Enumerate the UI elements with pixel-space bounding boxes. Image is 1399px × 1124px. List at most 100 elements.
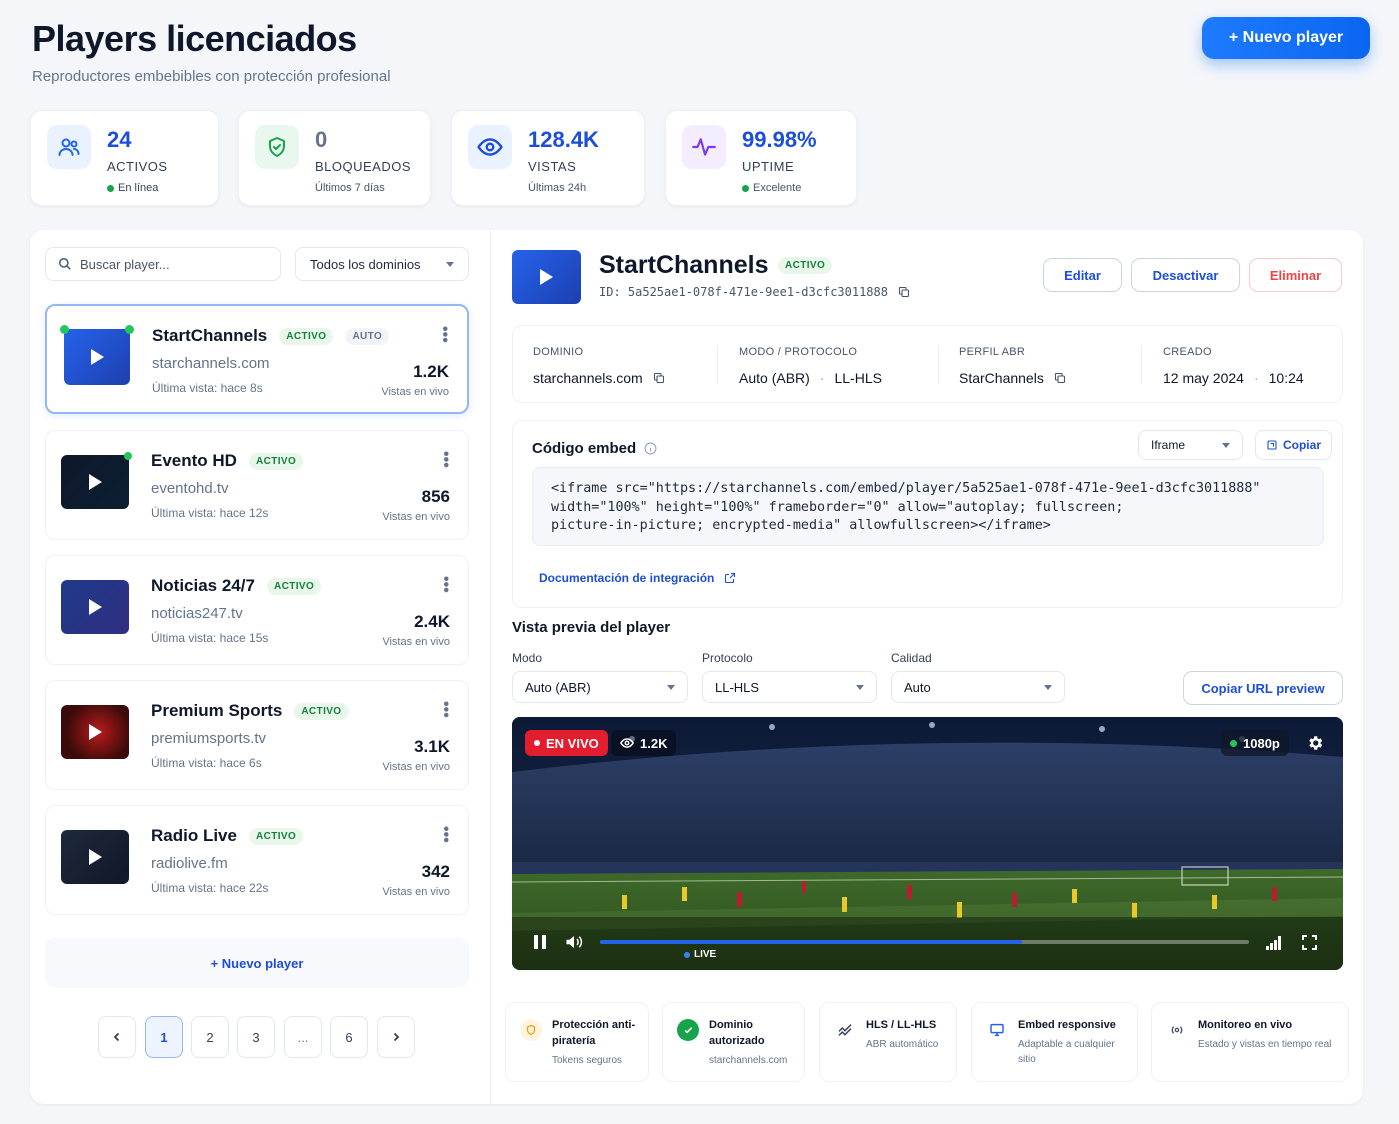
- stat-sub: Excelente: [753, 182, 802, 194]
- player-count-label: Vistas en vivo: [381, 386, 449, 398]
- feature-title: Dominio autorizado: [709, 1019, 765, 1047]
- stat-value: 24: [107, 127, 132, 152]
- protocol-select-value: LL-HLS: [715, 679, 760, 695]
- embed-code[interactable]: <iframe src="https://starchannels.com/em…: [532, 467, 1324, 546]
- page-subtitle: Reproductores embebibles con protección …: [32, 68, 391, 85]
- stat-label: ACTIVOS: [107, 159, 168, 174]
- status-dot: [742, 184, 749, 192]
- settings-gear-icon[interactable]: [1306, 734, 1324, 757]
- volume-icon[interactable]: [565, 934, 583, 955]
- stat-sub: Últimos 7 días: [315, 182, 385, 194]
- player-name: Noticias 24/7: [151, 576, 255, 595]
- info-mode-label: MODO / PROTOCOLO: [739, 346, 858, 358]
- copy-embed-label: Copiar: [1282, 438, 1321, 452]
- add-player-link[interactable]: + Nuevo player: [45, 938, 469, 988]
- page-button[interactable]: 2: [191, 1016, 229, 1058]
- player-last-view: Última vista: hace 8s: [152, 381, 263, 395]
- player-card[interactable]: Premium Sports ACTIVO premiumsports.tv Úl…: [45, 680, 469, 790]
- viewer-count: 1.2K: [611, 730, 677, 756]
- player-info-panel: DOMINIO starchannels.com MODO / PROTOCOL…: [512, 325, 1343, 403]
- mode-select[interactable]: Auto (ABR): [512, 671, 688, 703]
- progress-bar[interactable]: [600, 940, 1249, 944]
- edit-button[interactable]: Editar: [1043, 258, 1122, 292]
- stat-value: 0: [315, 127, 328, 152]
- video-player[interactable]: EN VIVO 1.2K 1080p LIVE: [512, 717, 1343, 970]
- progress-fill: [600, 940, 1022, 944]
- feature-card: Protección anti-piratería Tokens seguros: [505, 1002, 649, 1082]
- info-icon[interactable]: [644, 442, 657, 455]
- quality-select[interactable]: Auto: [891, 671, 1065, 703]
- copy-icon[interactable]: [653, 372, 665, 384]
- delete-button[interactable]: Eliminar: [1249, 258, 1342, 292]
- feature-subtitle: Tokens seguros: [552, 1055, 623, 1066]
- chevron-down-icon: [856, 684, 864, 690]
- copy-icon[interactable]: [1054, 372, 1066, 384]
- more-options-icon[interactable]: •••: [437, 701, 454, 718]
- page-button[interactable]: 3: [237, 1016, 275, 1058]
- next-page-button[interactable]: [377, 1016, 415, 1058]
- player-thumbnail: [61, 705, 129, 759]
- fullscreen-icon[interactable]: [1302, 935, 1317, 955]
- player-thumbnail: [61, 580, 129, 634]
- embed-type-select[interactable]: Iframe: [1138, 430, 1243, 460]
- play-icon: [88, 849, 102, 865]
- chevron-down-icon: [1222, 442, 1230, 448]
- player-card[interactable]: Evento HD ACTIVO eventohd.tv Última vista…: [45, 430, 469, 540]
- copy-preview-url-button[interactable]: Copiar URL preview: [1183, 671, 1343, 705]
- player-last-view: Última vista: hace 6s: [151, 756, 262, 770]
- more-options-icon[interactable]: •••: [437, 826, 454, 843]
- feature-card: Monitoreo en vivo Estado y vistas en tiem…: [1151, 1002, 1349, 1082]
- eye-icon: [620, 738, 634, 748]
- play-icon: [90, 349, 104, 365]
- page-ellipsis: ...: [284, 1016, 322, 1058]
- player-count-label: Vistas en vivo: [382, 636, 450, 648]
- protocol-select[interactable]: LL-HLS: [702, 671, 877, 703]
- stat-label: VISTAS: [528, 159, 577, 174]
- chevron-right-icon: [393, 1032, 400, 1042]
- player-thumbnail: [61, 452, 132, 509]
- page-button[interactable]: 1: [145, 1016, 183, 1058]
- stat-sub: En línea: [118, 182, 159, 194]
- player-card[interactable]: Noticias 24/7 ACTIVO noticias247.tv Últim…: [45, 555, 469, 665]
- external-link-icon: [725, 572, 736, 584]
- deactivate-button[interactable]: Desactivar: [1131, 258, 1240, 292]
- quality-select-value: Auto: [904, 679, 931, 695]
- player-domain: premiumsports.tv: [151, 730, 267, 747]
- more-options-icon[interactable]: •••: [437, 451, 454, 468]
- info-domain-label: DOMINIO: [533, 346, 584, 358]
- domain-select[interactable]: Todos los dominios: [295, 247, 469, 281]
- status-dot: [107, 184, 114, 192]
- page-button[interactable]: 6: [330, 1016, 368, 1058]
- copy-icon[interactable]: [898, 286, 910, 298]
- signal-bars-icon[interactable]: [1266, 936, 1282, 955]
- protocol-label: Protocolo: [702, 651, 753, 665]
- more-options-icon[interactable]: •••: [436, 326, 453, 343]
- stat-value: 99.98%: [742, 127, 817, 152]
- status-badge: ACTIVO: [294, 702, 349, 720]
- more-options-icon[interactable]: •••: [437, 576, 454, 593]
- play-icon: [540, 269, 553, 285]
- copy-embed-button[interactable]: Copiar: [1255, 430, 1332, 460]
- docs-link[interactable]: Documentación de integración: [539, 571, 736, 585]
- detail-player-name: StartChannels: [599, 251, 769, 279]
- player-live-count: 856: [421, 487, 450, 506]
- live-indicator: LIVE: [684, 949, 716, 960]
- player-domain: noticias247.tv: [151, 605, 243, 622]
- pause-icon[interactable]: [533, 935, 547, 954]
- embed-type-value: Iframe: [1151, 438, 1186, 452]
- info-abr-value: StarChannels: [959, 370, 1044, 386]
- info-created-time: 10:24: [1268, 370, 1304, 386]
- status-badge: ACTIVO: [248, 452, 304, 470]
- search-input[interactable]: Buscar player...: [45, 247, 281, 281]
- player-card[interactable]: Radio Live ACTIVO radiolive.fm Última vis…: [45, 805, 469, 915]
- copy-icon: [1267, 440, 1277, 450]
- new-player-button[interactable]: + Nuevo player: [1202, 17, 1370, 59]
- prev-page-button[interactable]: [98, 1016, 136, 1058]
- status-badge: ACTIVO: [248, 827, 304, 845]
- feature-title: Embed responsive: [1018, 1019, 1116, 1031]
- player-card[interactable]: StartChannels ACTIVO AUTO starchannels.com…: [45, 304, 469, 414]
- stat-label: UPTIME: [742, 159, 795, 174]
- player-live-count: 342: [421, 862, 450, 881]
- player-id: ID: 5a525ae1-078f-471e-9ee1-d3cfc3011888: [599, 285, 888, 299]
- play-icon: [88, 724, 102, 740]
